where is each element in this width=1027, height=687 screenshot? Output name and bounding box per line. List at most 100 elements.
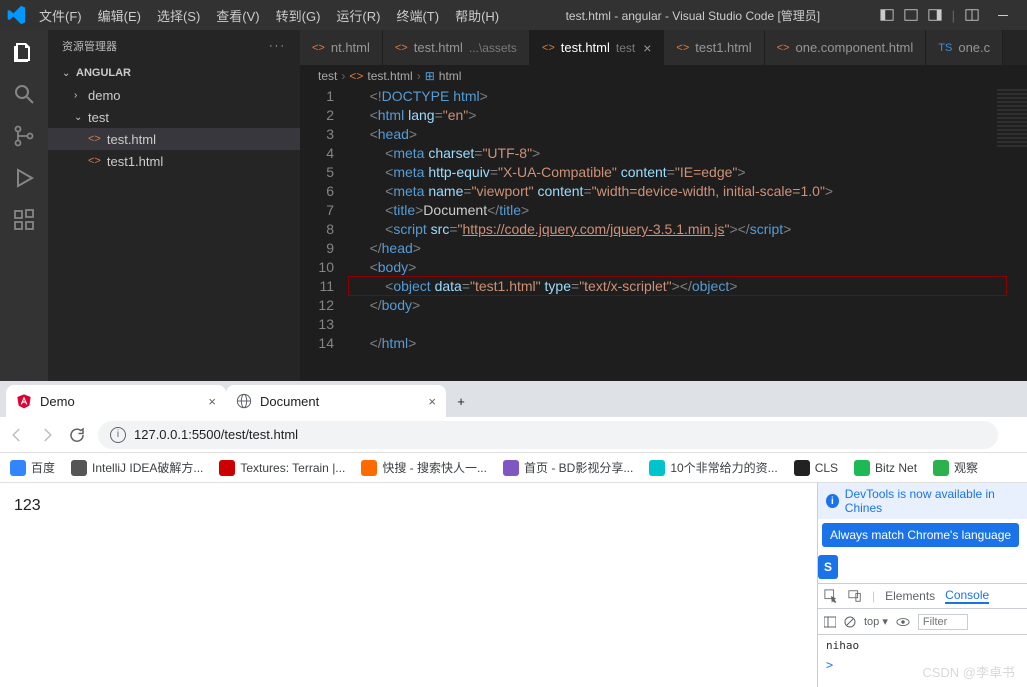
favicon — [933, 460, 949, 476]
forward-icon[interactable] — [38, 426, 56, 444]
bookmark-item[interactable]: IntelliJ IDEA破解方... — [71, 459, 203, 476]
console-sidebar-icon[interactable] — [824, 616, 836, 628]
new-tab-button[interactable]: + — [446, 385, 476, 417]
breadcrumb-item[interactable]: html — [439, 69, 462, 83]
menu-item[interactable]: 终端(T) — [389, 2, 446, 29]
editor-tab[interactable]: <>test.htmltest× — [530, 30, 665, 65]
vscode-logo-icon — [6, 5, 26, 25]
code-line[interactable]: <title>Document</title> — [354, 201, 1027, 220]
tab-elements[interactable]: Elements — [885, 589, 935, 603]
live-expression-icon[interactable] — [896, 616, 910, 628]
source-control-icon[interactable] — [12, 124, 36, 148]
bookmark-item[interactable]: 百度 — [10, 459, 55, 476]
panel-left-icon[interactable] — [880, 8, 894, 22]
tree-folder[interactable]: ⌄test — [48, 106, 300, 128]
code-line[interactable]: <head> — [354, 125, 1027, 144]
settings-button[interactable]: S — [818, 555, 838, 579]
browser-body: 123 i DevTools is now available in Chine… — [0, 483, 1027, 687]
match-language-button[interactable]: Always match Chrome's language — [822, 523, 1019, 547]
tree-file[interactable]: <>test.html — [48, 128, 300, 150]
devtools-tabs: | Elements Console — [818, 583, 1027, 609]
file-icon: <> — [777, 42, 790, 54]
menu-item[interactable]: 选择(S) — [150, 2, 207, 29]
minimize-button[interactable] — [985, 0, 1021, 30]
tab-console[interactable]: Console — [945, 588, 989, 604]
code-area[interactable]: 1234567891011121314 <!DOCTYPE html> <htm… — [300, 87, 1027, 381]
menu-item[interactable]: 运行(R) — [329, 2, 387, 29]
extensions-icon[interactable] — [12, 208, 36, 232]
browser-tab[interactable]: Document× — [226, 385, 446, 417]
tree-file[interactable]: <>test1.html — [48, 150, 300, 172]
favicon — [71, 460, 87, 476]
code-line[interactable]: </html> — [354, 334, 1027, 353]
file-icon: <> — [676, 42, 689, 54]
panel-bottom-icon[interactable] — [904, 8, 918, 22]
bookmark-item[interactable]: 10个非常给力的资... — [649, 459, 777, 476]
chevron-icon: ⌄ — [74, 112, 86, 123]
breadcrumb-item[interactable]: test.html — [367, 69, 412, 83]
code-line[interactable]: <object data="test1.html" type="text/x-s… — [354, 277, 1027, 296]
code-line[interactable]: <script src="https://code.jquery.com/jqu… — [354, 220, 1027, 239]
code-line[interactable]: <meta http-equiv="X-UA-Compatible" conte… — [354, 163, 1027, 182]
menu-item[interactable]: 编辑(E) — [91, 2, 148, 29]
menu-item[interactable]: 帮助(H) — [448, 2, 506, 29]
inspect-icon[interactable] — [824, 589, 838, 603]
close-icon[interactable]: × — [428, 394, 436, 409]
code-lines[interactable]: <!DOCTYPE html> <html lang="en"> <head> … — [350, 87, 1027, 381]
breadcrumbs[interactable]: test›<>test.html›⊞html — [300, 65, 1027, 87]
code-line[interactable]: <!DOCTYPE html> — [354, 87, 1027, 106]
clear-console-icon[interactable] — [844, 616, 856, 628]
bookmark-item[interactable]: Bitz Net — [854, 460, 917, 476]
tree-root[interactable]: ⌄ ANGULAR — [48, 62, 300, 84]
favicon — [219, 460, 235, 476]
code-line[interactable]: <body> — [354, 258, 1027, 277]
code-line[interactable]: <html lang="en"> — [354, 106, 1027, 125]
symbol-icon: ⊞ — [425, 69, 435, 83]
back-icon[interactable] — [8, 426, 26, 444]
address-bar-row: i 127.0.0.1:5500/test/test.html — [0, 417, 1027, 453]
bookmark-item[interactable]: 观察 — [933, 459, 978, 476]
bookmark-item[interactable]: Textures: Terrain |... — [219, 460, 345, 476]
more-icon[interactable]: ··· — [269, 40, 286, 52]
code-line[interactable] — [354, 315, 1027, 334]
device-icon[interactable] — [848, 589, 862, 603]
page-output: 123 — [14, 497, 41, 514]
close-icon[interactable]: × — [643, 40, 651, 56]
editor-tab[interactable]: <>test.html...\assets — [383, 30, 530, 65]
editor-tab[interactable]: <>nt.html — [300, 30, 383, 65]
code-line[interactable]: </head> — [354, 239, 1027, 258]
titlebar: 文件(F)编辑(E)选择(S)查看(V)转到(G)运行(R)终端(T)帮助(H)… — [0, 0, 1027, 30]
favicon — [10, 460, 26, 476]
address-bar[interactable]: i 127.0.0.1:5500/test/test.html — [98, 421, 998, 449]
tree-folder[interactable]: ›demo — [48, 84, 300, 106]
bookmark-item[interactable]: 首页 - BD影视分享... — [503, 459, 633, 476]
editor-tab[interactable]: TSone.c — [926, 30, 1003, 65]
close-icon[interactable]: × — [208, 394, 216, 409]
site-info-icon[interactable]: i — [110, 427, 126, 443]
context-selector[interactable]: top ▾ — [864, 615, 888, 628]
layout-controls: | — [880, 8, 985, 23]
bookmark-item[interactable]: 快搜 - 搜索快人一... — [361, 459, 487, 476]
filter-input[interactable] — [918, 614, 968, 630]
browser-tab[interactable]: Demo× — [6, 385, 226, 417]
reload-icon[interactable] — [68, 426, 86, 444]
editor-tab[interactable]: <>one.component.html — [765, 30, 927, 65]
menu-item[interactable]: 查看(V) — [209, 2, 266, 29]
run-debug-icon[interactable] — [12, 166, 36, 190]
menu-item[interactable]: 文件(F) — [32, 2, 89, 29]
breadcrumb-item[interactable]: test — [318, 69, 337, 83]
code-line[interactable]: <meta charset="UTF-8"> — [354, 144, 1027, 163]
bookmark-item[interactable]: CLS — [794, 460, 838, 476]
favicon — [794, 460, 810, 476]
code-line[interactable]: <meta name="viewport" content="width=dev… — [354, 182, 1027, 201]
file-icon: <> — [312, 42, 325, 54]
editor-tab[interactable]: <>test1.html — [664, 30, 764, 65]
panel-right-icon[interactable] — [928, 8, 942, 22]
window-controls — [985, 0, 1021, 30]
menu-item[interactable]: 转到(G) — [269, 2, 328, 29]
layout-icon[interactable] — [965, 8, 979, 22]
explorer-icon[interactable] — [12, 40, 36, 64]
minimap[interactable] — [997, 87, 1027, 147]
code-line[interactable]: </body> — [354, 296, 1027, 315]
search-icon[interactable] — [12, 82, 36, 106]
